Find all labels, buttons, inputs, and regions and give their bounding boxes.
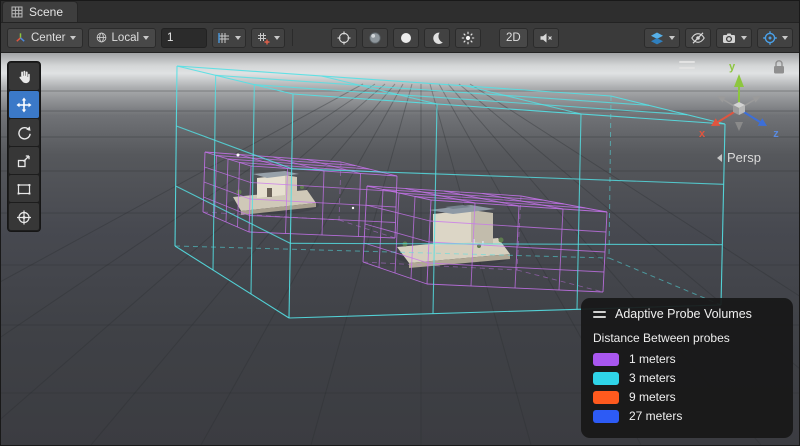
panel-title: Adaptive Probe Volumes: [615, 307, 752, 321]
legend-label-3m: 3 meters: [629, 371, 676, 385]
chevron-left-icon: [717, 154, 722, 162]
gizmos-dropdown[interactable]: [757, 28, 793, 48]
probe-volumes-panel: Adaptive Probe Volumes Distance Between …: [581, 298, 793, 438]
tool-handle-position-button[interactable]: Center: [7, 28, 83, 48]
panel-subtitle: Distance Between probes: [593, 331, 781, 345]
chevron-down-icon: [235, 36, 241, 40]
chevron-down-icon: [782, 36, 788, 40]
2d-toggle[interactable]: 2D: [499, 28, 528, 48]
legend-label-9m: 9 meters: [629, 390, 676, 404]
sphere-icon: [367, 30, 383, 46]
legend-row: 3 meters: [593, 371, 781, 385]
tab-scene[interactable]: Scene: [2, 1, 78, 22]
hand-icon: [15, 68, 33, 86]
orientation-gizmo: y x z: [691, 57, 787, 165]
toolbar-separator: [292, 29, 293, 46]
tab-scene-label: Scene: [29, 5, 63, 19]
shaded-mode-toggle[interactable]: [362, 28, 388, 48]
camera-settings-dropdown[interactable]: [716, 28, 752, 48]
x-axis-cone[interactable]: x: [699, 109, 739, 140]
rect-icon: [15, 180, 33, 198]
chevron-down-icon: [741, 36, 747, 40]
tool-handle-rotation-button[interactable]: Local: [88, 28, 157, 48]
transform-icon: [15, 208, 33, 226]
pan-tool-button[interactable]: [9, 63, 39, 90]
orientation-label: Local: [112, 32, 140, 44]
z-axis-label: z: [773, 128, 779, 140]
transform-tool-button[interactable]: [9, 203, 39, 230]
audio-muted-icon: [538, 30, 554, 46]
move-icon: [15, 96, 33, 114]
grid-snap-icon: [217, 31, 231, 45]
legend-row: 1 meters: [593, 352, 781, 366]
rotate-tool-button[interactable]: [9, 119, 39, 146]
debug-flare-toggle[interactable]: [455, 28, 481, 48]
scene-viewport[interactable]: y x z: [1, 53, 799, 445]
increment-snap-button[interactable]: [251, 28, 285, 48]
flare-icon: [460, 30, 476, 46]
swatch-3m: [593, 372, 619, 385]
effects-layers-icon: [649, 30, 665, 46]
rect-tool-button[interactable]: [9, 175, 39, 202]
scene-visibility-toggle[interactable]: [685, 28, 711, 48]
axis-gizmo[interactable]: y x z: [691, 57, 787, 145]
legend-row: 9 meters: [593, 390, 781, 404]
globe-icon: [95, 31, 108, 44]
rotate-icon: [15, 124, 33, 142]
scale-icon: [15, 152, 33, 170]
skybox-toggle[interactable]: [424, 28, 450, 48]
scene-toolbar: Center Local: [1, 23, 799, 53]
legend-label-1m: 1 meters: [629, 352, 676, 366]
grid-snapping-button[interactable]: [212, 28, 246, 48]
draw-mode-toggle[interactable]: [331, 28, 357, 48]
move-tool-button[interactable]: [9, 91, 39, 118]
projection-switch[interactable]: Persp: [691, 150, 787, 165]
chevron-down-icon: [70, 36, 76, 40]
moon-icon: [429, 30, 445, 46]
unity-scene-window: Scene Center Local: [0, 0, 800, 446]
gizmos-target-icon: [762, 30, 778, 46]
lock-icon[interactable]: [774, 61, 784, 74]
camera-icon: [721, 30, 737, 46]
building-left: [227, 171, 319, 215]
swatch-9m: [593, 391, 619, 404]
legend-label-27m: 27 meters: [629, 409, 682, 423]
projection-label: Persp: [727, 150, 761, 165]
eye-slash-icon: [690, 30, 706, 46]
swatch-27m: [593, 410, 619, 423]
gizmo-center-cube[interactable]: [733, 102, 745, 115]
legend-row: 27 meters: [593, 409, 781, 423]
x-axis-label: x: [699, 128, 706, 140]
tab-bar: Scene: [1, 1, 799, 23]
grid-tab-icon: [11, 6, 23, 18]
2d-label: 2D: [506, 32, 521, 44]
z-axis-cone[interactable]: z: [739, 109, 779, 140]
pivot-label: Center: [31, 32, 66, 44]
scale-tool-button[interactable]: [9, 147, 39, 174]
panel-handle-icon[interactable]: [593, 311, 606, 318]
effects-dropdown[interactable]: [644, 28, 680, 48]
chevron-down-icon: [143, 36, 149, 40]
y-axis-label: y: [729, 61, 736, 73]
white-circle-icon: [398, 30, 414, 46]
increment-snap-icon: [256, 31, 270, 45]
audio-toggle[interactable]: [533, 28, 559, 48]
y-axis-cone[interactable]: y: [729, 61, 744, 109]
pivot-axes-icon: [14, 31, 27, 44]
swatch-1m: [593, 353, 619, 366]
snap-size-input[interactable]: [161, 28, 207, 48]
lighting-toggle[interactable]: [393, 28, 419, 48]
tool-palette: [7, 61, 41, 232]
crosshair-icon: [336, 30, 352, 46]
chevron-down-icon: [274, 36, 280, 40]
chevron-down-icon: [669, 36, 675, 40]
